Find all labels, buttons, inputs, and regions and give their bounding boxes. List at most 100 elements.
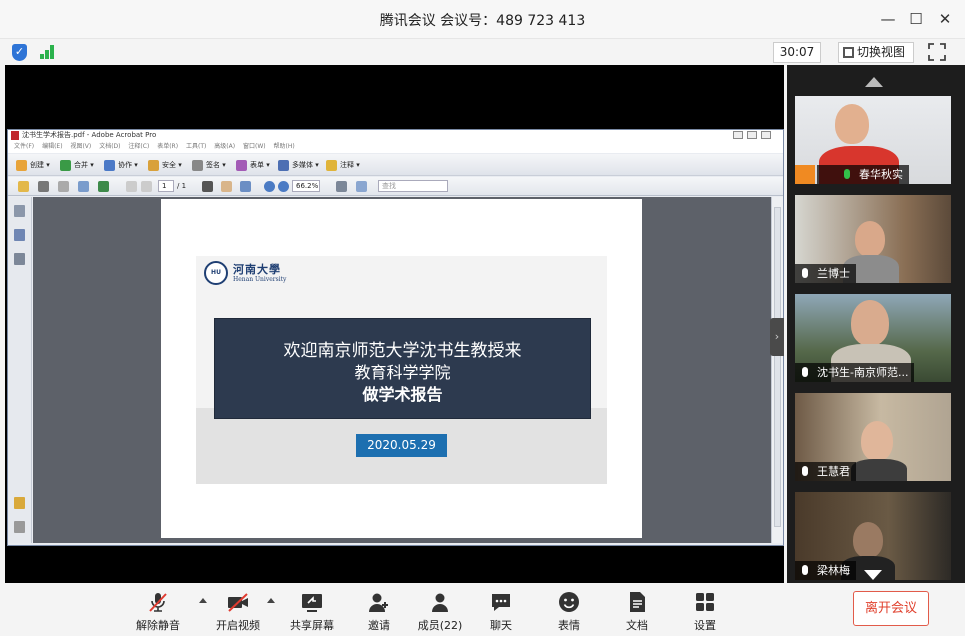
vertical-scrollbar[interactable] — [771, 197, 783, 543]
forms-button[interactable]: 表单 ▾ — [236, 159, 270, 172]
multimedia-button[interactable]: 多媒体 ▾ — [278, 159, 319, 172]
scroll-down-icon[interactable] — [864, 570, 882, 580]
open-folder-icon[interactable] — [18, 181, 29, 192]
settings-label: 设置 — [694, 619, 716, 632]
start-video-label: 开启视频 — [216, 619, 260, 632]
slide-date: 2020.05.29 — [356, 434, 447, 457]
email-icon[interactable] — [78, 181, 89, 192]
invite-button[interactable]: 邀请 — [356, 583, 402, 636]
participant-video — [855, 221, 885, 257]
bookmarks-icon[interactable] — [14, 229, 25, 241]
meeting-timer: 30:07 — [773, 42, 821, 63]
participant-tile[interactable]: 沈书生-南京师范... — [795, 294, 951, 382]
participant-tile[interactable]: 梁林梅 — [795, 492, 951, 580]
find-input[interactable]: 查找 — [378, 180, 448, 192]
create-icon — [16, 160, 27, 171]
slide-banner: 欢迎南京师范大学沈书生教授来 教育科学学院 做学术报告 — [214, 318, 591, 419]
participant-tile[interactable]: 兰博士 — [795, 195, 951, 283]
signatures-icon[interactable] — [14, 253, 25, 265]
fit-page-icon[interactable] — [336, 181, 347, 192]
zoom-level-input[interactable]: 66.2% — [292, 180, 320, 192]
status-bar: ✓ 30:07 切换视图 — [0, 38, 965, 65]
page-number-input[interactable]: 1 — [158, 180, 174, 192]
participant-tile[interactable]: 王慧君 — [795, 393, 951, 481]
video-options-icon[interactable] — [267, 598, 275, 603]
menu-document[interactable]: 文档(D) — [99, 143, 120, 150]
acrobat-close-button[interactable] — [761, 131, 771, 139]
scrollbar-thumb[interactable] — [774, 207, 781, 527]
share-screen-button[interactable]: 共享屏幕 — [284, 583, 340, 636]
unmute-label: 解除静音 — [136, 619, 180, 632]
collaborate-icon — [104, 160, 115, 171]
scroll-up-icon[interactable] — [865, 77, 883, 87]
fullscreen-icon[interactable] — [928, 43, 946, 61]
save-icon[interactable] — [58, 181, 69, 192]
create-button[interactable]: 创建 ▾ — [16, 159, 50, 172]
menu-file[interactable]: 文件(F) — [14, 143, 34, 150]
menu-forms[interactable]: 表单(R) — [157, 143, 178, 150]
smiley-icon — [559, 592, 579, 612]
reactions-button[interactable]: 表情 — [546, 583, 592, 636]
collaborate-button[interactable]: 协作 ▾ — [104, 159, 138, 172]
menu-tools[interactable]: 工具(T) — [186, 143, 206, 150]
page-total: / 1 — [177, 182, 187, 190]
acrobat-menu-bar: 文件(F) 编辑(E) 视图(V) 文档(D) 注释(C) 表单(R) 工具(T… — [8, 141, 783, 153]
mic-icon — [802, 466, 808, 476]
menu-view[interactable]: 视图(V) — [70, 143, 91, 150]
participant-name-bar: 沈书生-南京师范... — [795, 363, 915, 382]
participant-video — [861, 421, 893, 461]
collapse-panel-button[interactable]: › — [770, 318, 784, 356]
minimize-button[interactable]: — — [877, 8, 899, 30]
close-button[interactable]: ✕ — [934, 8, 956, 30]
pdf-icon — [11, 131, 19, 140]
unmute-button[interactable]: 解除静音 — [130, 583, 186, 636]
menu-help[interactable]: 帮助(H) — [274, 143, 295, 150]
web-icon[interactable] — [98, 181, 109, 192]
shield-icon[interactable]: ✓ — [12, 44, 27, 61]
sign-button[interactable]: 签名 ▾ — [192, 159, 226, 172]
slide: HU 河南大學 Henan University 欢迎南京师范大学沈书生教授来 … — [196, 256, 607, 484]
settings-button[interactable]: 设置 — [682, 583, 728, 636]
print-icon[interactable] — [38, 181, 49, 192]
documents-button[interactable]: 文档 — [614, 583, 660, 636]
combine-button[interactable]: 合并 ▾ — [60, 159, 94, 172]
attachment-icon[interactable] — [14, 521, 25, 533]
fit-width-icon[interactable] — [356, 181, 367, 192]
signal-icon[interactable] — [40, 45, 56, 59]
comment-icon — [326, 160, 337, 171]
zoom-in-icon[interactable] — [278, 181, 289, 192]
select-cursor-icon[interactable] — [202, 181, 213, 192]
pages-icon[interactable] — [14, 205, 25, 217]
title-bar: 腾讯会议 会议号：489 723 413 — ☐ ✕ — [0, 0, 965, 38]
chat-icon — [492, 594, 510, 611]
switch-view-button[interactable]: 切换视图 — [838, 42, 914, 63]
university-seal-icon: HU — [204, 261, 228, 285]
zoom-tool-icon[interactable] — [240, 181, 251, 192]
grid-view-icon — [843, 47, 854, 58]
start-video-button[interactable]: 开启视频 — [210, 583, 266, 636]
camera-off-icon — [228, 593, 248, 612]
acrobat-restore-button[interactable] — [747, 131, 757, 139]
participant-tile[interactable]: 春华秋实 — [795, 96, 951, 184]
acrobat-minimize-button[interactable] — [733, 131, 743, 139]
menu-comments[interactable]: 注释(C) — [128, 143, 149, 150]
comments-icon[interactable] — [14, 497, 25, 509]
secure-button[interactable]: 安全 ▾ — [148, 159, 182, 172]
comment-button[interactable]: 注释 ▾ — [326, 159, 360, 172]
participant-video — [851, 300, 889, 346]
pen-icon — [192, 160, 203, 171]
menu-advanced[interactable]: 高级(A) — [214, 143, 235, 150]
prev-page-icon[interactable] — [126, 181, 137, 192]
menu-edit[interactable]: 编辑(E) — [42, 143, 62, 150]
logo-chinese-name: 河南大學 — [233, 263, 281, 276]
maximize-button[interactable]: ☐ — [905, 8, 927, 30]
menu-window[interactable]: 窗口(W) — [243, 143, 266, 150]
next-page-icon[interactable] — [141, 181, 152, 192]
audio-options-icon[interactable] — [199, 598, 207, 603]
members-button[interactable]: 成员(22) — [414, 583, 466, 636]
mic-muted-icon — [149, 593, 167, 612]
chat-button[interactable]: 聊天 — [478, 583, 524, 636]
leave-meeting-button[interactable]: 离开会议 — [853, 591, 929, 626]
zoom-out-icon[interactable] — [264, 181, 275, 192]
hand-icon[interactable] — [221, 181, 232, 192]
